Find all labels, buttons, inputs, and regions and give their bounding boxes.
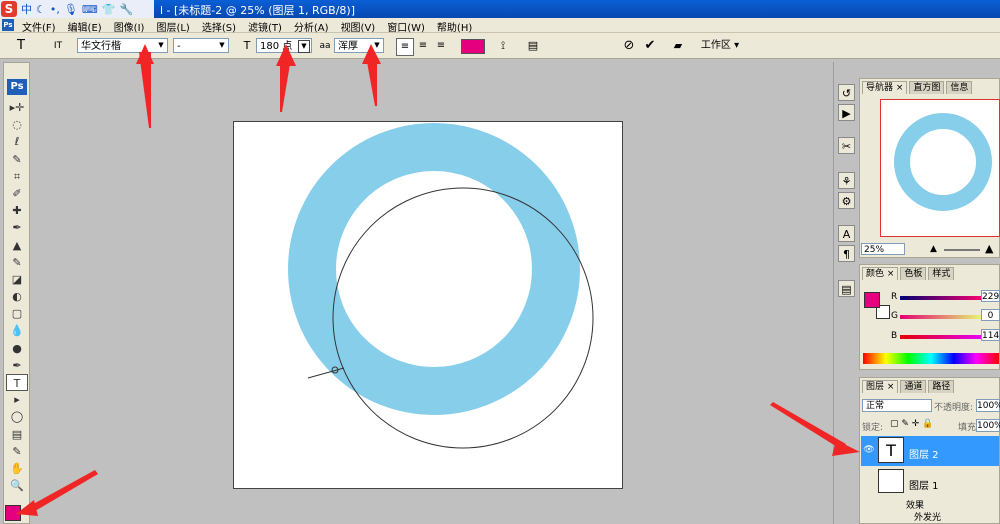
arrow-font-size xyxy=(280,64,290,112)
arrow-foreground xyxy=(26,470,98,514)
arrow-head-antialias xyxy=(362,44,381,64)
arrow-antialias xyxy=(367,62,377,106)
annotation-arrows xyxy=(16,44,860,516)
red-arrow-group xyxy=(16,44,860,516)
arrow-layer xyxy=(770,402,846,450)
arrow-head-layer xyxy=(832,440,860,456)
arrow-head-font-size xyxy=(276,44,296,66)
arrow-head-foreground xyxy=(16,500,38,516)
arrow-head-font-family xyxy=(136,44,154,64)
